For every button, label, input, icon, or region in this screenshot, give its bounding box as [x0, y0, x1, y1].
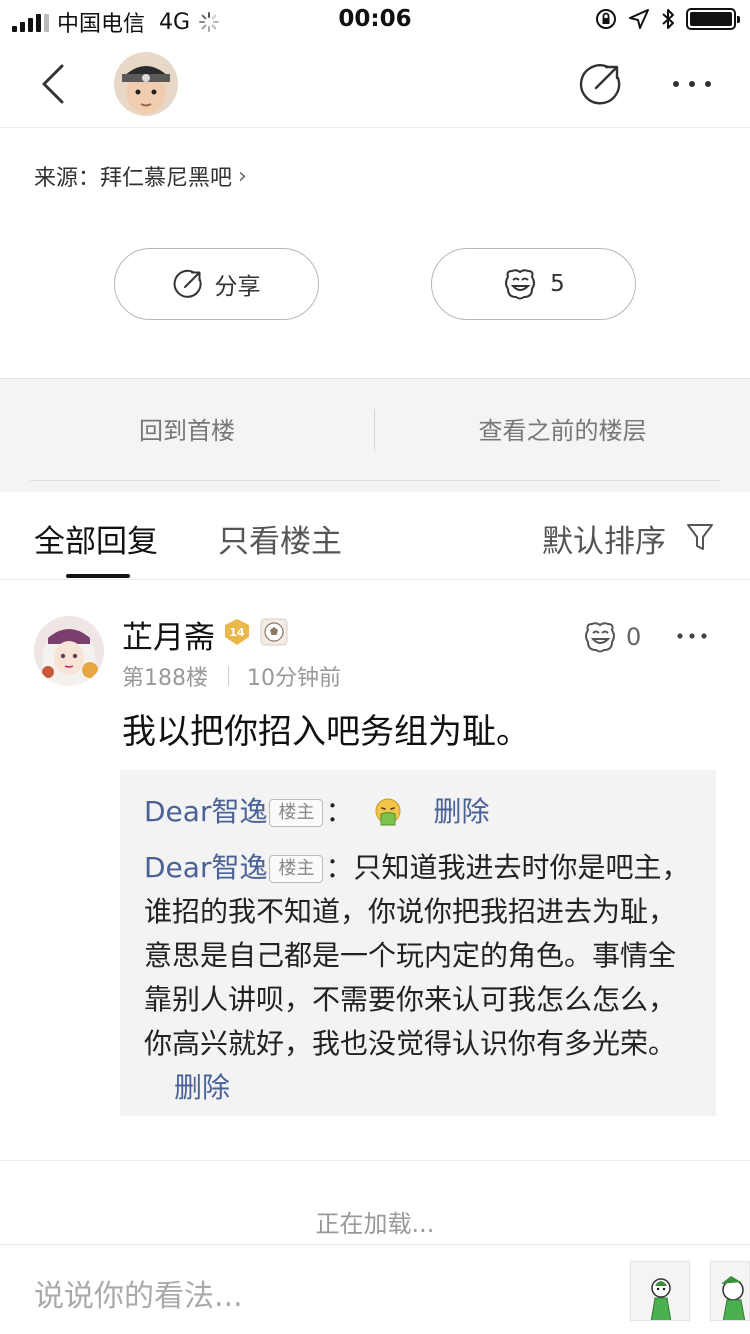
rotation-lock-icon [596, 9, 616, 29]
bluetooth-icon [662, 9, 674, 29]
post-like-button[interactable]: 0 [582, 620, 641, 654]
back-to-first-floor-button[interactable]: 回到首楼 [0, 409, 374, 453]
divider [30, 480, 720, 481]
status-bar: 中国电信 4G 00:06 [0, 0, 750, 40]
post-username[interactable]: 芷月斋 [122, 612, 215, 657]
level-badge-icon: 14 [225, 619, 249, 645]
nav-bar [0, 40, 750, 128]
tab-all-replies[interactable]: 全部回复 [34, 516, 158, 561]
post-time: 10分钟前 [247, 666, 341, 691]
sticker-button[interactable] [630, 1261, 690, 1321]
author-avatar[interactable] [114, 52, 178, 116]
share-pill-button[interactable]: 分享 [114, 248, 319, 320]
sort-dropdown[interactable]: 默认排序 [542, 516, 666, 561]
active-tab-indicator [66, 574, 130, 578]
chevron-right-icon: › [238, 163, 247, 189]
reply-separator: ： [325, 795, 354, 828]
author-tag: 楼主 [269, 855, 324, 883]
user-avatar[interactable] [34, 616, 104, 686]
filter-icon[interactable] [686, 522, 714, 552]
sub-replies: Dear智逸 楼主： 删除 Dear智逸 楼主 ：只知道我进去时你是吧主，谁招的我不知… [120, 770, 716, 1116]
football-badge-icon [260, 618, 288, 646]
reply-username[interactable]: Dear智逸 [144, 795, 267, 828]
sticker-icon [650, 1278, 672, 1320]
comment-bar: 说说你的看法... [0, 1244, 750, 1334]
post-content: 我以把你招入吧务组为耻。 [122, 712, 530, 752]
location-icon [629, 9, 649, 29]
post-more-button[interactable] [676, 624, 708, 648]
source-link[interactable]: 来源： 拜仁慕尼黑吧 › [34, 160, 247, 192]
level-number: 14 [229, 626, 245, 639]
post-meta: 第188楼 10分钟前 [122, 660, 341, 692]
share-label: 分享 [214, 274, 261, 300]
divider [0, 1160, 750, 1161]
sticker-button[interactable] [710, 1261, 750, 1321]
post-like-count: 0 [626, 623, 642, 651]
reply-separator: ： [325, 851, 354, 884]
floor-navigation: 回到首楼 查看之前的楼层 [0, 378, 750, 492]
avatar-portrait-icon [114, 52, 178, 116]
more-button[interactable] [670, 64, 714, 104]
reply-tabs: 全部回复 只看楼主 默认排序 [0, 492, 750, 580]
delete-reply-button[interactable]: 删除 [174, 1071, 230, 1104]
delete-reply-button[interactable]: 删除 [433, 795, 489, 828]
like-pill-button[interactable]: 5 [431, 248, 636, 320]
tab-author-only[interactable]: 只看楼主 [218, 516, 342, 561]
vomit-emoji-icon [375, 798, 401, 826]
sticker-icon [721, 1276, 746, 1320]
back-button[interactable] [32, 60, 76, 108]
reply-item: Dear智逸 楼主 ：只知道我进去时你是吧主，谁招的我不知道，你说你把我招进去为耻，… [144, 846, 692, 1110]
source-prefix: 来源： [34, 166, 101, 191]
author-tag: 楼主 [269, 799, 324, 827]
battery-icon [686, 8, 740, 30]
status-right [594, 7, 740, 31]
like-face-icon [585, 622, 615, 653]
view-previous-floors-button[interactable]: 查看之前的楼层 [375, 409, 750, 453]
share-button[interactable] [578, 62, 622, 106]
like-count: 5 [550, 271, 565, 297]
reply-item: Dear智逸 楼主： 删除 [144, 790, 692, 834]
like-face-icon [505, 269, 536, 300]
reply-username[interactable]: Dear智逸 [144, 851, 267, 884]
comment-input[interactable]: 说说你的看法... [34, 1271, 243, 1315]
share-icon [173, 269, 202, 298]
source-forum-name: 拜仁慕尼黑吧 [100, 166, 233, 191]
floor-number: 第188楼 [122, 666, 208, 691]
avatar-anime-icon [34, 616, 104, 686]
loading-indicator: 正在加载... [315, 1210, 435, 1238]
divider [228, 666, 229, 686]
